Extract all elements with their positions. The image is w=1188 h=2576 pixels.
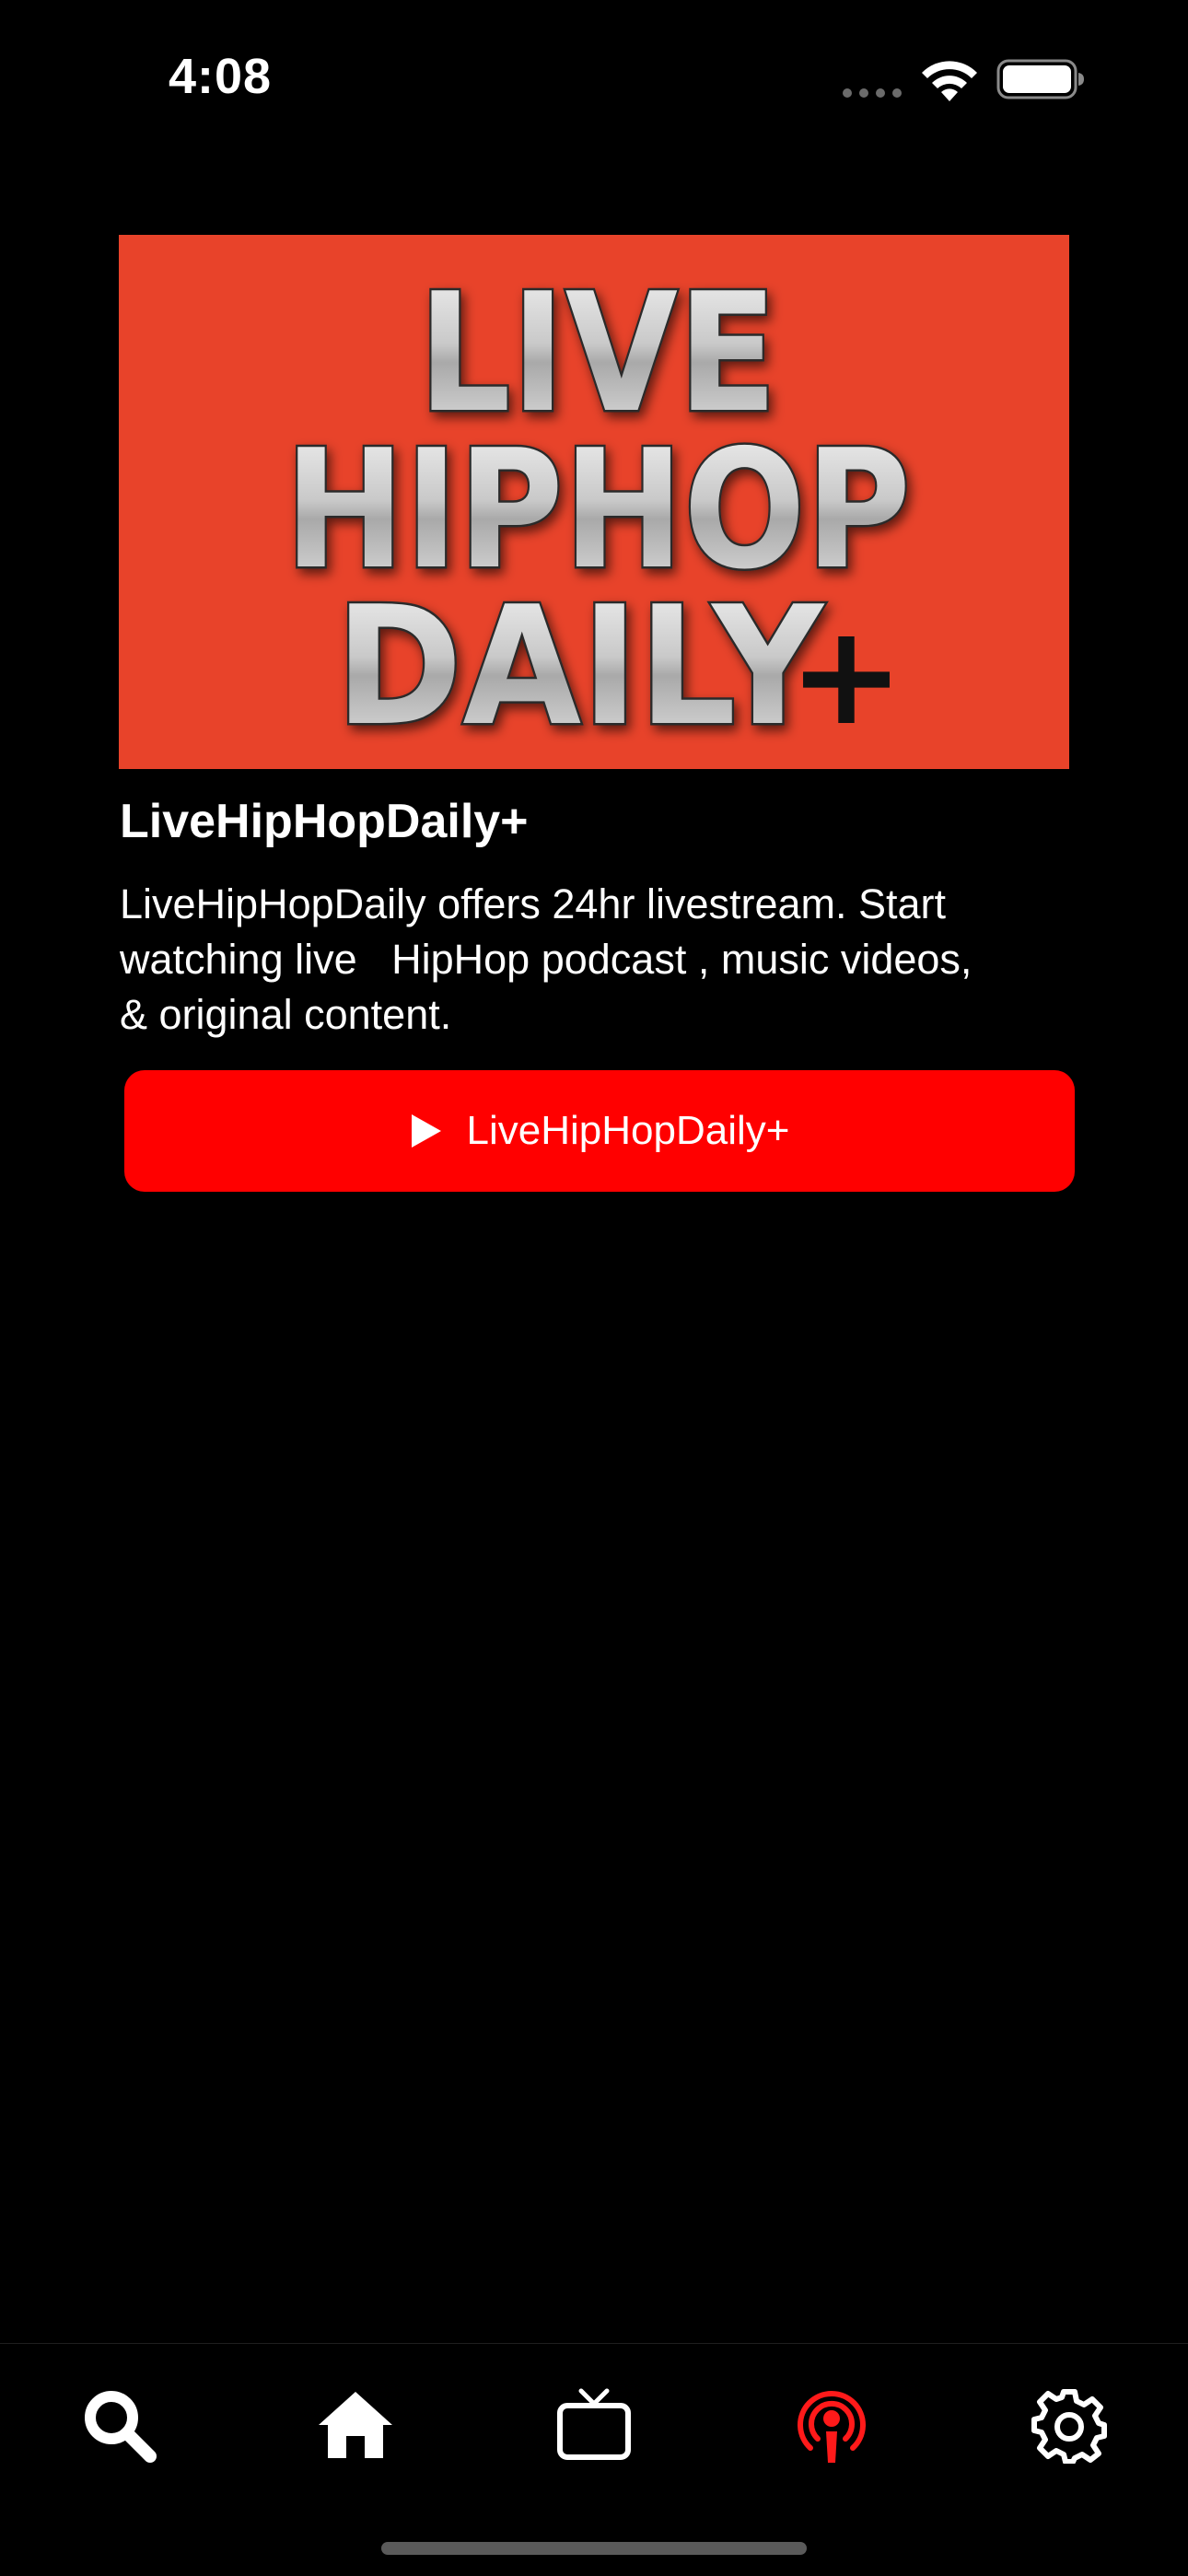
- tv-icon: [557, 2388, 631, 2460]
- status-bar: 4:08: [0, 0, 1188, 157]
- gear-icon: [1031, 2389, 1107, 2464]
- home-indicator: [381, 2542, 807, 2555]
- item-description: LiveHipHopDaily offers 24hr livestream. …: [120, 880, 973, 1038]
- play-button[interactable]: LiveHipHopDaily+: [124, 1070, 1075, 1192]
- podcast-icon: [798, 2390, 866, 2463]
- status-time: 4:08: [169, 49, 273, 104]
- logo-plus: +: [788, 596, 904, 756]
- live-hiphop-daily-logo: LIVE HIPHOP DAILY +: [119, 235, 1069, 769]
- play-button-label: LiveHipHopDaily+: [466, 1108, 790, 1153]
- search-icon: [85, 2391, 157, 2463]
- signal-dots-icon: [843, 88, 902, 98]
- tab-home[interactable]: [309, 2379, 402, 2471]
- tab-tv[interactable]: [548, 2379, 640, 2471]
- tab-settings[interactable]: [1023, 2379, 1115, 2471]
- play-icon: [411, 1114, 441, 1148]
- battery-icon: [996, 59, 1084, 99]
- tab-search[interactable]: [73, 2379, 165, 2471]
- item-title: LiveHipHopDaily+: [120, 795, 529, 848]
- logo-line-daily: DAILY: [335, 571, 825, 762]
- hero-banner[interactable]: LIVE HIPHOP DAILY +: [119, 235, 1069, 769]
- home-icon: [319, 2392, 392, 2458]
- wifi-icon: [922, 61, 977, 101]
- tab-podcast[interactable]: [786, 2379, 878, 2471]
